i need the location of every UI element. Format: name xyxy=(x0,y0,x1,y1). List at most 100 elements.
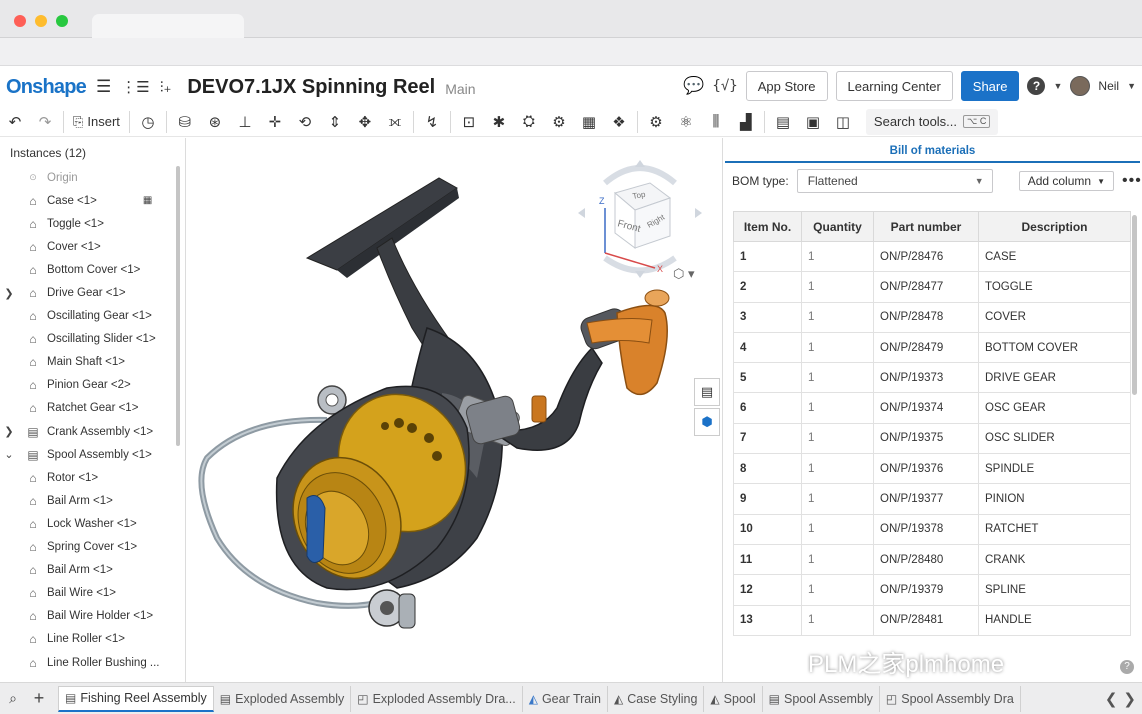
tab-manager-icon[interactable]: ⌕ xyxy=(0,690,26,707)
handle-knob[interactable] xyxy=(586,289,670,396)
tab-spool-assembly-dra[interactable]: ◰ Spool Assembly Dra xyxy=(880,685,1021,712)
comments-icon[interactable]: 💬 xyxy=(683,76,704,96)
rack-pinion-icon[interactable]: ⚙ xyxy=(544,109,574,135)
maximize-window-button[interactable] xyxy=(56,15,68,27)
instance-item-rotor[interactable]: ⌂ Rotor <1> xyxy=(0,466,185,489)
rotate-up-arrow[interactable] xyxy=(635,160,645,167)
feature-list-icon[interactable]: ⋮☰ xyxy=(121,78,149,96)
bom-row[interactable]: 6 1 ON/P/19374 OSC GEAR xyxy=(733,392,1131,424)
chevron-right-icon[interactable]: ❯ xyxy=(2,425,16,438)
share-button[interactable]: Share xyxy=(960,71,1020,101)
instance-item-origin[interactable]: ⊙ Origin xyxy=(0,166,185,189)
view-options-icon[interactable]: ⬡ ▾ xyxy=(673,266,695,282)
chevron-right-icon[interactable]: ❯ xyxy=(1123,690,1136,708)
table-icon[interactable]: ▦ xyxy=(574,109,604,135)
tab-fishing-reel-assembly[interactable]: ▤ Fishing Reel Assembly xyxy=(58,685,214,712)
more-options-icon[interactable]: ••• xyxy=(1122,172,1142,190)
variables-icon[interactable]: {√} xyxy=(712,78,737,94)
document-title[interactable]: DEVO7.1JX Spinning Reel xyxy=(187,76,435,99)
pin-slot-mate-icon[interactable]: ✥ xyxy=(350,109,380,135)
column-header-description[interactable]: Description xyxy=(978,211,1131,242)
instance-item-oscillating-gear[interactable]: ⌂ Oscillating Gear <1> xyxy=(0,305,185,328)
instance-item-line-roller-bushing[interactable]: ⌂ Line Roller Bushing ... xyxy=(0,651,185,674)
tab-exploded-assembly[interactable]: ▤ Exploded Assembly xyxy=(214,685,352,712)
chevron-down-icon[interactable]: ▼ xyxy=(1053,81,1062,91)
tab-spool-assembly[interactable]: ▤ Spool Assembly xyxy=(763,685,880,712)
bom-row[interactable]: 10 1 ON/P/19378 RATCHET xyxy=(733,513,1131,545)
instance-item-main-shaft[interactable]: ⌂ Main Shaft <1> xyxy=(0,351,185,374)
bom-row[interactable]: 12 1 ON/P/19379 SPLINE xyxy=(733,574,1131,606)
browser-address-bar[interactable] xyxy=(0,38,1142,66)
display-states-icon[interactable]: ▤ xyxy=(768,109,798,135)
instance-item-spool-assembly[interactable]: ⌄ ▤ Spool Assembly <1> xyxy=(0,443,185,466)
configurations-icon[interactable]: ◫ xyxy=(828,109,858,135)
minimize-window-button[interactable] xyxy=(35,15,47,27)
add-column-button[interactable]: Add column ▼ xyxy=(1018,171,1114,191)
replicate-icon[interactable]: ⊛ xyxy=(200,109,230,135)
learning-center-button[interactable]: Learning Center xyxy=(835,71,953,101)
mate-connector-icon[interactable]: ⊡ xyxy=(454,109,484,135)
planar-mate-icon[interactable]: ⟗ xyxy=(380,109,410,135)
column-header-quantity[interactable]: Quantity xyxy=(801,211,874,242)
explode-icon[interactable]: ❖ xyxy=(604,109,634,135)
onshape-logo[interactable]: Onshape xyxy=(6,76,87,99)
tab-spool[interactable]: ◭ Spool xyxy=(704,685,763,712)
bom-type-select[interactable]: Flattened ▼ xyxy=(796,169,993,193)
gear-relation-icon[interactable]: ⛭ xyxy=(514,109,544,135)
instance-item-drive-gear[interactable]: ❯ ⌂ Drive Gear <1> xyxy=(0,281,185,304)
instance-item-bail-arm-2[interactable]: ⌂ Bail Arm <1> xyxy=(0,559,185,582)
menu-icon[interactable]: ☰ xyxy=(96,77,111,97)
instances-scrollbar[interactable] xyxy=(176,166,180,446)
bom-row[interactable]: 3 1 ON/P/28478 COVER xyxy=(733,301,1131,333)
insert-button[interactable]: ⎘ Insert xyxy=(67,109,126,135)
bom-row[interactable]: 9 1 ON/P/19377 PINION xyxy=(733,483,1131,515)
rotate-arc-top[interactable] xyxy=(603,165,677,186)
history-icon[interactable]: ◷ xyxy=(133,109,163,135)
measure-icon[interactable]: ⫼ xyxy=(701,109,731,135)
avatar[interactable] xyxy=(1070,76,1091,96)
user-name[interactable]: Neil xyxy=(1098,79,1119,93)
chevron-left-icon[interactable]: ❮ xyxy=(1105,690,1118,708)
chevron-right-icon[interactable]: ❯ xyxy=(2,287,16,300)
help-icon[interactable]: ? xyxy=(1027,77,1046,95)
slider-mate-icon[interactable]: ⟲ xyxy=(290,109,320,135)
bom-row[interactable]: 7 1 ON/P/19375 OSC SLIDER xyxy=(733,422,1131,455)
add-tab-icon[interactable]: + xyxy=(26,688,52,709)
bom-row[interactable]: 2 1 ON/P/28477 TOGGLE xyxy=(733,271,1131,303)
bom-row[interactable]: 11 1 ON/P/28480 CRANK xyxy=(733,543,1131,576)
rotate-down-arrow[interactable] xyxy=(635,271,645,278)
bom-scrollbar[interactable] xyxy=(1132,215,1137,395)
bom-row[interactable]: 1 1 ON/P/28476 CASE xyxy=(733,240,1131,273)
chevron-down-icon[interactable]: ⌄ xyxy=(2,448,16,461)
instance-item-line-roller[interactable]: ⌂ Line Roller <1> xyxy=(0,628,185,651)
gear-icon[interactable]: ⚙ xyxy=(641,109,671,135)
chevron-down-icon[interactable]: ▼ xyxy=(1127,81,1136,91)
section-view-icon[interactable]: ▟ xyxy=(731,109,761,135)
instance-item-toggle[interactable]: ⌂ Toggle <1> xyxy=(0,212,185,235)
help-icon[interactable]: ? xyxy=(1120,660,1134,674)
instance-item-cover[interactable]: ⌂ Cover <1> xyxy=(0,235,185,258)
context-menu-icon[interactable]: ▦ xyxy=(143,195,152,206)
bom-title[interactable]: Bill of materials xyxy=(725,138,1140,163)
search-tools-input[interactable]: Search tools... ⌥ C xyxy=(865,108,999,135)
fastened-mate-icon[interactable]: ⊥ xyxy=(230,109,260,135)
appearance-panel-icon[interactable]: ⬢ xyxy=(694,408,720,436)
instance-item-ratchet-gear[interactable]: ⌂ Ratchet Gear <1> xyxy=(0,397,185,420)
tab-gear-train[interactable]: ◭ Gear Train xyxy=(523,685,608,712)
revolute-mate-icon[interactable]: ✛ xyxy=(260,109,290,135)
simulation-icon[interactable]: ⚛ xyxy=(671,109,701,135)
instance-item-spring-cover[interactable]: ⌂ Spring Cover <1> xyxy=(0,536,185,559)
app-store-button[interactable]: App Store xyxy=(745,71,828,101)
rotate-left-arrow[interactable] xyxy=(578,208,585,218)
column-header-item-no[interactable]: Item No. xyxy=(733,211,802,242)
instance-item-crank-assembly[interactable]: ❯ ▤ Crank Assembly <1> xyxy=(0,420,185,443)
column-header-part-number[interactable]: Part number xyxy=(873,211,979,242)
bom-row[interactable]: 5 1 ON/P/19373 DRIVE GEAR xyxy=(733,362,1131,394)
instance-item-bail-wire-holder[interactable]: ⌂ Bail Wire Holder <1> xyxy=(0,605,185,628)
named-views-icon[interactable]: ▣ xyxy=(798,109,828,135)
instance-item-pinion-gear[interactable]: ⌂ Pinion Gear <2> xyxy=(0,374,185,397)
browser-tab[interactable] xyxy=(92,14,244,38)
group-icon[interactable]: ⛁ xyxy=(170,109,200,135)
close-window-button[interactable] xyxy=(14,15,26,27)
tab-case-styling[interactable]: ◭ Case Styling xyxy=(608,685,705,712)
